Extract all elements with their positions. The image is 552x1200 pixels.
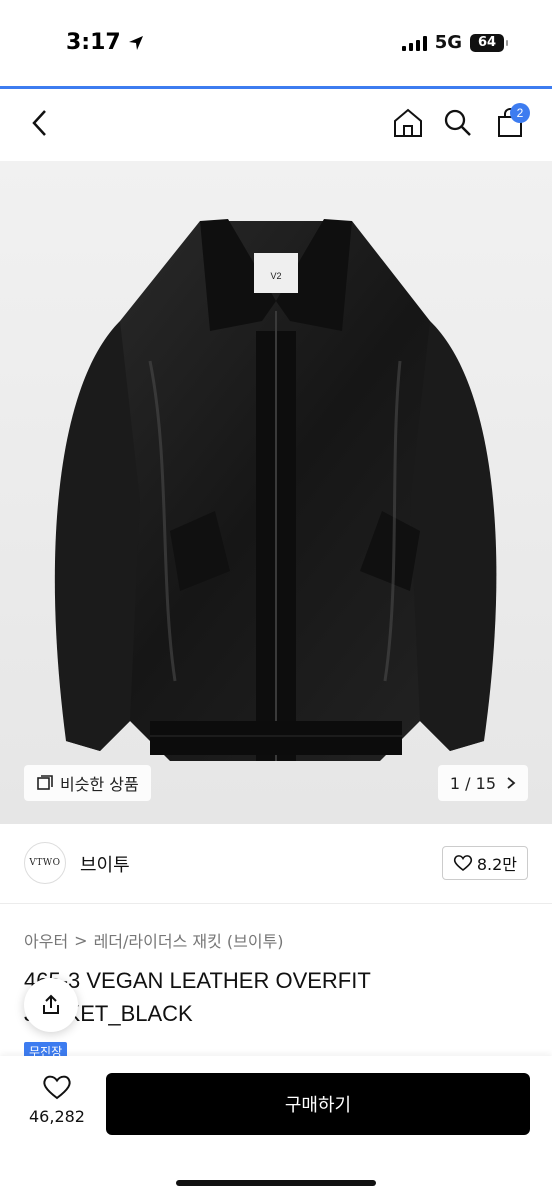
status-bar: 3:17 5G 64: [0, 0, 552, 89]
breadcrumb-separator: >: [74, 930, 88, 950]
page-current: 1: [449, 773, 461, 793]
home-button[interactable]: [388, 103, 428, 143]
home-icon: [394, 108, 422, 137]
jacket-image: V2: [54, 219, 497, 761]
breadcrumb-level2[interactable]: 레더/라이더스 재킷 (브이투): [94, 928, 284, 952]
network-type: 5G: [434, 32, 462, 53]
brand-logo[interactable]: VTWO: [24, 842, 66, 884]
brand-like-button[interactable]: 8.2만: [441, 846, 528, 880]
brand-logo-text: VTWO: [29, 858, 61, 868]
brand-row[interactable]: VTWO 브이투 8.2만: [0, 824, 552, 904]
clock-text: 3:17: [66, 30, 121, 55]
share-button[interactable]: [24, 978, 78, 1032]
similar-products-label: 비슷한 상품: [60, 775, 139, 794]
breadcrumb: 아우터 > 레더/라이더스 재킷 (브이투): [24, 928, 284, 952]
home-indicator: [176, 1180, 376, 1186]
bottom-action-bar: 46,282 구매하기: [0, 1056, 552, 1200]
share-icon: [43, 994, 59, 1014]
page-separator: /: [465, 773, 471, 793]
status-indicators: 5G 64: [401, 32, 508, 53]
collar-label: V2: [270, 271, 281, 281]
heart-icon: [453, 855, 472, 872]
location-arrow-icon: [128, 35, 143, 50]
similar-icon: [37, 775, 53, 790]
chevron-right-icon: [507, 777, 516, 789]
cart-button[interactable]: 2: [490, 103, 530, 143]
top-nav: 2: [0, 89, 552, 161]
status-time: 3:17: [66, 30, 145, 55]
search-icon: [444, 109, 471, 136]
cart-badge: 2: [510, 103, 530, 123]
wish-count: 46,282: [29, 1107, 85, 1126]
battery-level: 64: [477, 35, 497, 50]
back-button[interactable]: [20, 103, 60, 143]
buy-button[interactable]: 구매하기: [106, 1073, 530, 1135]
signal-icon: [401, 35, 427, 51]
page-total: 15: [475, 773, 496, 793]
battery-icon: 64: [470, 33, 508, 52]
product-title: 465-3 VEGAN LEATHER OVERFIT JACKET_BLACK: [24, 968, 371, 1026]
heart-icon: [43, 1075, 71, 1100]
image-page-indicator[interactable]: 1 / 15: [437, 765, 528, 801]
similar-products-button[interactable]: 비슷한 상품: [24, 765, 151, 801]
page-text: 1 / 15: [450, 774, 496, 793]
back-icon: [32, 110, 46, 136]
product-image[interactable]: V2 비슷한 상품 1 / 15: [0, 161, 552, 824]
search-button[interactable]: [438, 103, 478, 143]
brand-like-count: 8.2만: [476, 855, 517, 874]
wish-button[interactable]: 46,282: [20, 1074, 94, 1126]
brand-name[interactable]: 브이투: [80, 851, 130, 877]
breadcrumb-level1[interactable]: 아우터: [24, 928, 68, 952]
